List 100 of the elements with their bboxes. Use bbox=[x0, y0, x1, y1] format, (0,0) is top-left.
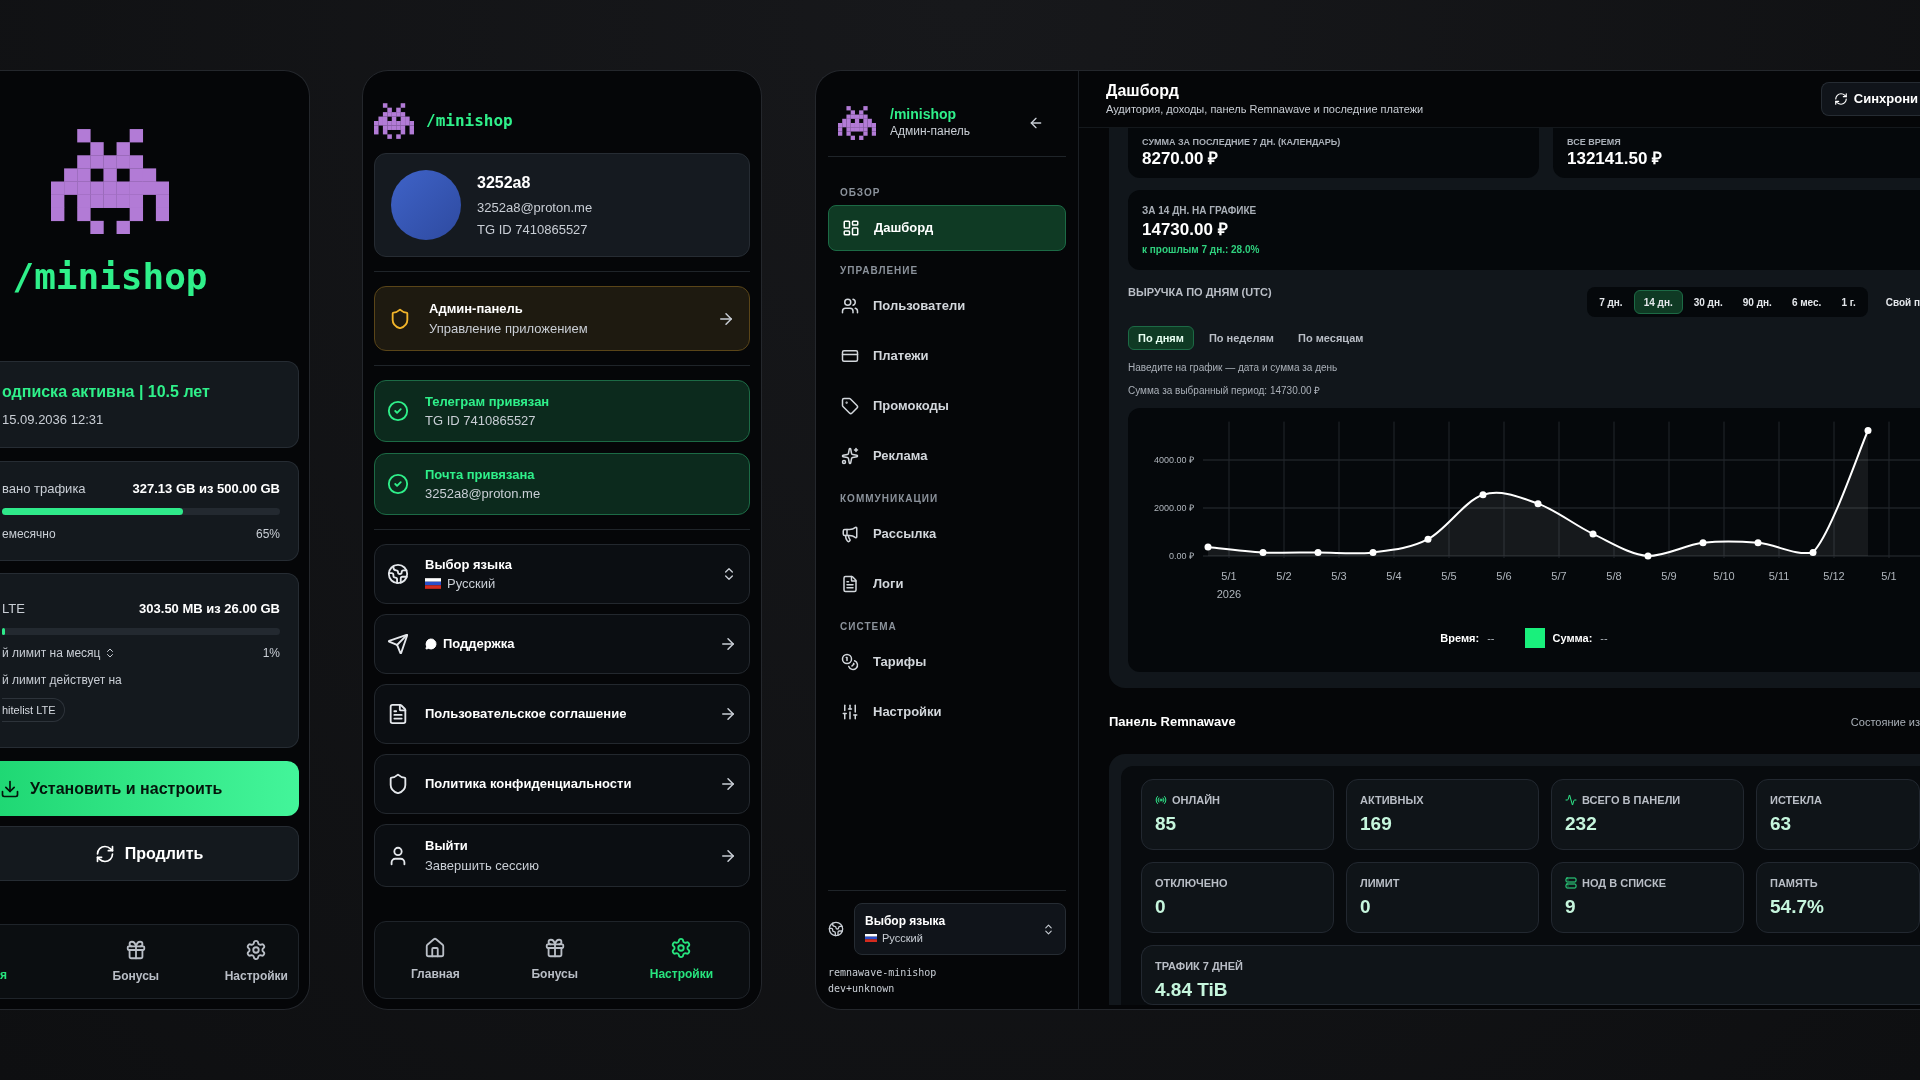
menu-title: Выбор языка bbox=[425, 555, 512, 574]
version-text: remnawave-minishop bbox=[828, 966, 938, 980]
download-icon bbox=[0, 778, 20, 799]
profile-email: 3252a8@proton.me bbox=[477, 198, 593, 217]
x-tick-label: 5/11 bbox=[1768, 570, 1790, 582]
stat-label: ИСТЕКЛА bbox=[1770, 793, 1822, 808]
data-point bbox=[1204, 543, 1212, 551]
stat-value: 169 bbox=[1360, 812, 1393, 835]
pixel-alien-icon bbox=[838, 106, 876, 140]
stat-value: 54.7% bbox=[1770, 895, 1825, 918]
granularity-tab[interactable]: По неделям bbox=[1199, 326, 1283, 350]
pixel-alien-icon bbox=[51, 129, 169, 234]
page-subtitle: Аудитория, доходы, панель Remnawave и последние платежи bbox=[1106, 101, 1425, 117]
nav-tab[interactable]: Бонусы bbox=[531, 937, 578, 983]
status-detail: 3252a8@proton.me bbox=[425, 485, 541, 503]
subscription-status: одписка активна | 10.5 лет bbox=[2, 381, 211, 402]
collapse-arrow-icon[interactable] bbox=[1028, 115, 1044, 131]
summary-label: СУММА ЗА ПОСЛЕДНИЕ 7 ДН. (КАЛЕНДАРЬ) bbox=[1142, 136, 1342, 148]
menu-title: Выйти bbox=[425, 837, 468, 855]
data-point bbox=[1864, 427, 1872, 434]
period-label: ЗА 14 ДН. НА ГРАФИКЕ bbox=[1142, 204, 1258, 218]
chevron-updown-icon bbox=[1042, 922, 1055, 936]
period-total: Сумма за выбранный период: 14730.00 ₽ bbox=[1128, 384, 1322, 398]
data-point bbox=[1479, 491, 1487, 499]
speech-bubble-icon bbox=[425, 638, 437, 650]
sidebar-item[interactable]: Тарифы bbox=[828, 639, 1066, 685]
range-tab[interactable]: 14 дн. bbox=[1633, 290, 1683, 314]
language-select[interactable]: Выбор языка Русский bbox=[854, 903, 1066, 955]
range-tab[interactable]: 30 дн. bbox=[1684, 290, 1732, 314]
globe-icon bbox=[828, 921, 844, 937]
summary-value: 132141.50 ₽ bbox=[1567, 147, 1664, 170]
renew-button[interactable]: Продлить bbox=[0, 826, 299, 881]
sidebar-item[interactable]: Настройки bbox=[828, 689, 1066, 735]
range-tab[interactable]: 7 дн. bbox=[1590, 290, 1632, 314]
stat-value: 63 bbox=[1770, 812, 1793, 835]
sidebar-item[interactable]: Логи bbox=[828, 561, 1066, 607]
sidebar-item[interactable]: Дашборд bbox=[828, 205, 1066, 251]
menu-link[interactable]: Выйти Завершить сессию bbox=[374, 824, 750, 887]
nav-tab[interactable]: Главная bbox=[410, 937, 460, 983]
flag-icon bbox=[865, 934, 877, 942]
tag-icon bbox=[841, 397, 859, 415]
status-title: Телеграм привязан bbox=[425, 392, 550, 411]
arrow-right-icon bbox=[719, 635, 737, 653]
x-tick-label: 5/10 bbox=[1713, 570, 1735, 582]
range-tab[interactable]: 90 дн. bbox=[1733, 290, 1781, 314]
install-button[interactable]: Установить и настроить bbox=[0, 761, 299, 816]
x-tick-label: 5/9 bbox=[1661, 570, 1677, 582]
menu-link[interactable]: Поддержка bbox=[374, 614, 750, 674]
range-tab[interactable]: 1 г. bbox=[1832, 290, 1865, 314]
stat-label: НОД В СПИСКЕ bbox=[1582, 876, 1666, 891]
arrow-right-icon bbox=[719, 705, 737, 723]
shield-icon bbox=[387, 773, 409, 795]
nav-tab[interactable]: Бонусы bbox=[112, 938, 160, 985]
section-heading: ОБЗОР bbox=[839, 185, 882, 200]
stat-value: 0 bbox=[1155, 895, 1167, 918]
x-tick-label: 5/5 bbox=[1441, 570, 1457, 582]
stat-label: ТРАФИК 7 ДНЕЙ bbox=[1155, 959, 1244, 974]
stat-value: 4.84 TiB bbox=[1155, 978, 1229, 1001]
sync-button[interactable]: Синхрони bbox=[1820, 82, 1920, 116]
version-text: dev+unknown bbox=[828, 982, 896, 996]
custom-range-tab[interactable]: Свой п bbox=[1885, 294, 1920, 310]
paper-plane-icon bbox=[387, 633, 409, 655]
period-value: 14730.00 ₽ bbox=[1142, 219, 1229, 241]
limit-select[interactable]: й лимит на месяц bbox=[2, 643, 117, 662]
section-status: Состояние из bbox=[1850, 714, 1920, 730]
menu-title: Пользовательское соглашение bbox=[425, 705, 627, 724]
sidebar-item[interactable]: Платежи bbox=[828, 333, 1066, 379]
refresh-icon bbox=[94, 843, 115, 864]
granularity-tab[interactable]: По дням bbox=[1128, 326, 1194, 350]
traffic-value: 327.13 GB из 500.00 GB bbox=[132, 479, 280, 498]
menu-link[interactable]: Политика конфиденциальности bbox=[374, 754, 750, 814]
granularity-tab[interactable]: По месяцам bbox=[1288, 326, 1373, 350]
range-tab[interactable]: 6 мес. bbox=[1782, 290, 1831, 314]
pixel-alien-icon bbox=[374, 103, 414, 139]
stat-label: АКТИВНЫХ bbox=[1360, 793, 1424, 808]
admin-panel-link[interactable]: Админ-панель Управление приложением bbox=[374, 286, 750, 351]
nav-tab[interactable]: я bbox=[0, 966, 7, 984]
y-tick-label: 0.00 ₽ bbox=[1168, 551, 1194, 561]
lte-label: LTE bbox=[2, 600, 25, 618]
summary-value: 8270.00 ₽ bbox=[1142, 147, 1220, 170]
megaphone-icon bbox=[841, 525, 859, 543]
server-icon bbox=[1565, 877, 1577, 890]
pulse-icon bbox=[1565, 794, 1577, 807]
menu-link[interactable]: Пользовательское соглашение bbox=[374, 684, 750, 744]
document-icon bbox=[841, 575, 859, 593]
sidebar-item[interactable]: Промокоды bbox=[828, 383, 1066, 429]
select-value: Русский bbox=[882, 930, 923, 946]
signal-icon bbox=[1155, 794, 1167, 807]
language-select[interactable]: Выбор языка Русский bbox=[374, 544, 750, 604]
sidebar-item[interactable]: Рассылка bbox=[828, 511, 1066, 557]
nav-tab[interactable]: Настройки bbox=[649, 937, 714, 983]
nav-tab[interactable]: Настройки bbox=[224, 938, 288, 985]
sidebar-item[interactable]: Реклама bbox=[828, 433, 1066, 479]
data-point bbox=[1424, 535, 1432, 543]
sidebar-item[interactable]: Пользователи bbox=[828, 283, 1066, 329]
x-tick-label: 5/2 bbox=[1276, 570, 1292, 582]
section-title: Панель Remnawave bbox=[1109, 713, 1236, 732]
home-icon bbox=[424, 937, 447, 959]
x-tick-label: 5/3 bbox=[1331, 570, 1347, 582]
period-label: емесячно bbox=[2, 526, 56, 544]
